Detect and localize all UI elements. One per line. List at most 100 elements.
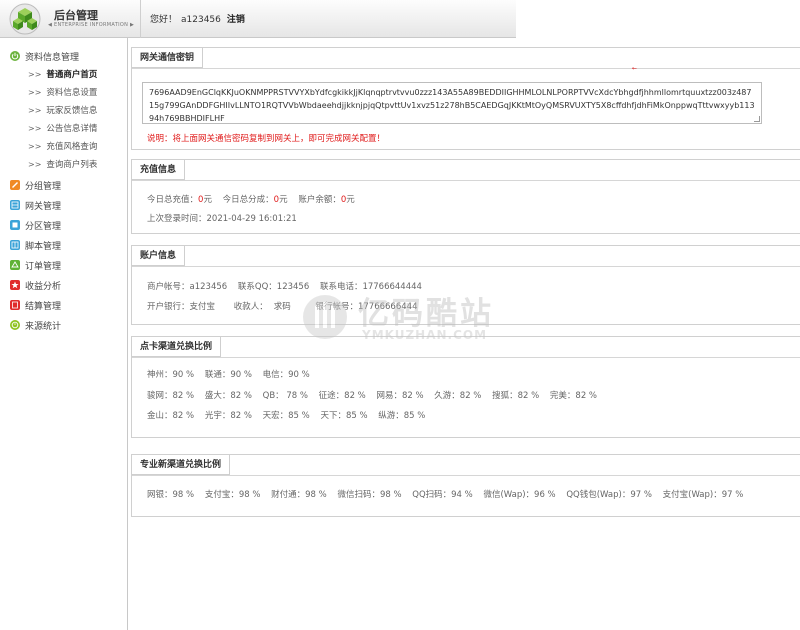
bank-label: 开户银行：	[147, 302, 190, 312]
merchant-label: 商户帐号：	[147, 282, 190, 292]
sidebar-item-label: 资料信息管理	[25, 52, 80, 63]
sidebar-subitem-feedback[interactable]: >> 玩家反馈信息	[28, 103, 97, 117]
sidebar-item-sources[interactable]: 来源统计	[10, 317, 61, 333]
sidebar-item-gateways[interactable]: 网关管理	[10, 197, 61, 213]
account-row-2: 开户银行：支付宝 收款人： 求码 银行帐号：17766666444	[147, 300, 425, 312]
payee-label: 收款人：	[233, 302, 268, 312]
grid-icon	[10, 240, 20, 250]
sidebar-subitem-announcement[interactable]: >> 公告信息详情	[28, 121, 97, 135]
rate-item: 天下：85 %	[320, 411, 368, 421]
double-chevron-icon: >>	[28, 105, 42, 115]
rate-item: 完美：82 %	[549, 391, 598, 401]
gateway-key-panel: 网关通信密钥 ← 7696AAD9EnGClqKKJuOKNMPPRSTVVYX…	[131, 47, 800, 150]
rate-item: 搜狐：82 %	[492, 391, 540, 401]
rate-item: 征途：82 %	[318, 391, 366, 401]
rate-item: 纵游：85 %	[378, 411, 426, 421]
gateway-note: 说明：将上面网关通信密码复制到网关上，即可完成网关配置！	[147, 134, 386, 144]
sidebar-item-profile[interactable]: 资料信息管理	[10, 48, 79, 64]
new-channel-rates-panel: 专业新渠道兑换比例 网银：98 % 支付宝：98 % 财付通：98 % 微信扫码…	[131, 454, 800, 517]
sidebar-item-label: 来源统计	[25, 321, 62, 332]
sidebar: 资料信息管理 >> 普通商户首页 >> 资料信息设置 >> 玩家反馈信息 >> 公告信息…	[0, 38, 128, 630]
sidebar-subitem-merchant-list[interactable]: >> 查询商户列表	[28, 157, 97, 171]
sidebar-subitem-label: 普通商户首页	[46, 70, 98, 80]
today-share-stat: 今日总分成：0元	[223, 195, 288, 205]
card-rates-row-3: 金山：82 % 光宇：82 % 天宏：85 % 天下：85 % 纵游：85 %	[147, 409, 433, 421]
sidebar-item-label: 分区管理	[25, 221, 62, 232]
account-row-1: 商户帐号：a123456 联系QQ：123456 联系电话：1776664444…	[147, 280, 430, 292]
card-rates-row-2: 骏网：82 % 盛大：82 % QB： 78 % 征途：82 % 网易：82 %…	[147, 389, 605, 401]
sidebar-item-label: 分组管理	[25, 181, 62, 192]
double-chevron-icon: >>	[28, 141, 42, 151]
pencil-icon	[10, 180, 20, 190]
rate-item: 盛大：82 %	[204, 391, 252, 401]
sidebar-item-settlement[interactable]: 结算管理	[10, 297, 61, 313]
panel-title: 专业新渠道兑换比例	[132, 455, 231, 475]
rate-item: 久游：82 %	[434, 391, 482, 401]
sidebar-item-partitions[interactable]: 分区管理	[10, 217, 61, 233]
new-rates-row: 网银：98 % 支付宝：98 % 财付通：98 % 微信扫码：98 % QQ扫码…	[147, 488, 751, 500]
rate-item: 天宏：85 %	[262, 411, 310, 421]
rate-item: QQ扫码：94 %	[412, 490, 473, 500]
bank-account-value: 17766666444	[357, 302, 418, 312]
merchant-value: a123456	[189, 282, 228, 292]
phone-label: 联系电话：	[319, 282, 363, 292]
sidebar-item-orders[interactable]: 订单管理	[10, 257, 61, 273]
logout-link[interactable]: 注销	[227, 15, 245, 25]
panel-divider	[132, 266, 800, 267]
rate-item: 支付宝：98 %	[204, 490, 261, 500]
rate-item: 微信(Wap)：96 %	[483, 490, 556, 500]
sidebar-subitem-recharge-style[interactable]: >> 充值风格查询	[28, 139, 97, 153]
rate-item: 支付宝(Wap)：97 %	[662, 490, 744, 500]
currency-unit: 元	[203, 195, 212, 205]
phone-value: 17766644444	[362, 282, 422, 292]
rate-item: 骏网：82 %	[147, 391, 195, 401]
star-icon	[10, 280, 20, 290]
rate-item: QB： 78 %	[262, 391, 308, 401]
recycle-icon	[10, 260, 20, 270]
panel-title: 点卡渠道兑换比例	[132, 337, 222, 357]
merchant-field: 商户帐号：a123456	[147, 282, 227, 292]
double-chevron-icon: >>	[28, 69, 42, 79]
gateway-key-textarea[interactable]: 7696AAD9EnGClqKKJuOKNMPPRSTVVYXbYdfcgkik…	[142, 82, 762, 124]
recharge-row: 今日总充值：0元 今日总分成：0元 账户余额：0元	[147, 193, 363, 205]
panel-title: 网关通信密钥	[132, 48, 204, 68]
balance-label: 账户余额：	[298, 195, 341, 205]
balance-stat: 账户余额：0元	[298, 195, 354, 205]
bank-field: 开户银行：支付宝	[147, 302, 215, 312]
qq-value: 123456	[276, 282, 310, 292]
header-divider	[140, 0, 141, 38]
rate-item: 神州：90 %	[147, 370, 195, 380]
last-login-row: 上次登录时间：2021-04-29 16:01:21	[147, 212, 305, 224]
bank-account-label: 银行帐号：	[315, 302, 358, 312]
double-chevron-icon: >>	[28, 159, 42, 169]
rate-item: 网银：98 %	[147, 490, 195, 500]
last-login-value: 2021-04-29 16:01:21	[206, 214, 297, 224]
currency-unit: 元	[279, 195, 288, 205]
sidebar-item-label: 收益分析	[25, 281, 62, 292]
gateway-key-text: 7696AAD9EnGClqKKJuOKNMPPRSTVVYXbYdfcgkik…	[149, 88, 755, 123]
panel-divider	[132, 475, 800, 476]
app-title: 后台管理	[54, 9, 98, 22]
sidebar-item-label: 网关管理	[25, 201, 62, 212]
payee-value: 求码	[273, 302, 291, 312]
bank-account-field: 银行帐号：17766666444	[315, 302, 417, 312]
clock-icon	[10, 320, 20, 330]
sidebar-item-groups[interactable]: 分组管理	[10, 177, 61, 193]
rate-item: 光宇：82 %	[204, 411, 252, 421]
recharge-info-panel: 充值信息 今日总充值：0元 今日总分成：0元 账户余额：0元 上次登录时间：20…	[131, 159, 800, 234]
rate-item: 财付通：98 %	[271, 490, 327, 500]
panel-title: 充值信息	[132, 160, 186, 180]
sidebar-item-revenue[interactable]: 收益分析	[10, 277, 61, 293]
panel-divider	[132, 68, 800, 69]
qq-label: 联系QQ：	[237, 282, 277, 292]
sidebar-item-scripts[interactable]: 脚本管理	[10, 237, 61, 253]
sidebar-subitem-label: 充值风格查询	[46, 142, 98, 152]
resize-handle-icon[interactable]	[754, 116, 760, 122]
grid-icon	[10, 200, 20, 210]
rate-item: 金山：82 %	[147, 411, 195, 421]
panel-divider	[132, 357, 800, 358]
rate-item: 联通：90 %	[204, 370, 252, 380]
sidebar-subitem-settings[interactable]: >> 资料信息设置	[28, 85, 97, 99]
qq-field: 联系QQ：123456	[238, 282, 309, 292]
sidebar-subitem-home[interactable]: >> 普通商户首页	[28, 67, 97, 81]
